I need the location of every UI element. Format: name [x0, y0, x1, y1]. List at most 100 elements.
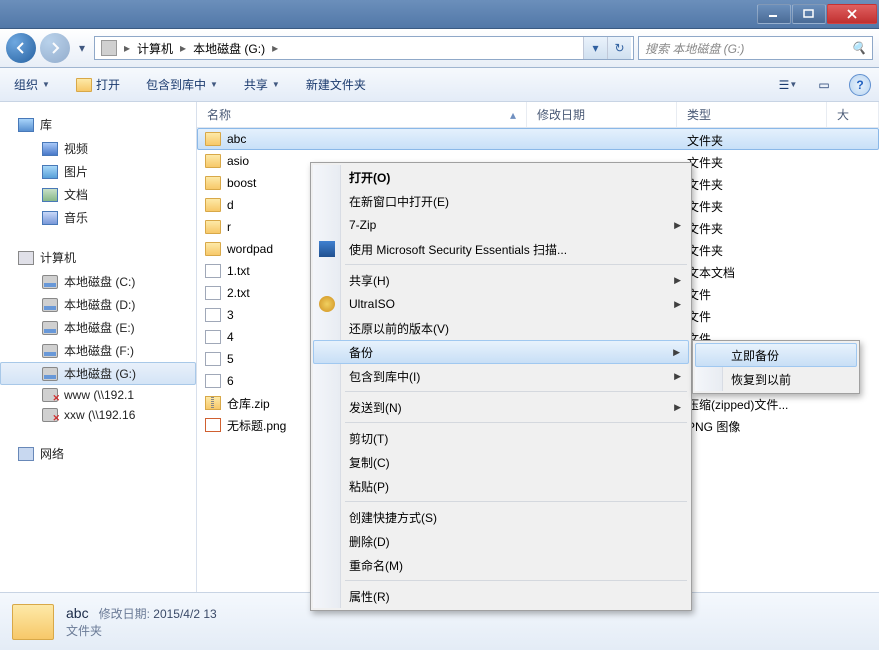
include-button[interactable]: 包含到库中▼	[140, 73, 224, 96]
folder-icon	[205, 198, 221, 212]
new-folder-button[interactable]: 新建文件夹	[300, 73, 372, 96]
organize-button[interactable]: 组织▼	[8, 73, 56, 96]
network-icon	[18, 447, 34, 461]
address-dropdown[interactable]: ▾	[583, 37, 607, 59]
search-placeholder: 搜索 本地磁盘 (G:)	[645, 40, 744, 57]
menu-open[interactable]: 打开(O)	[313, 165, 689, 189]
menu-include-library[interactable]: 包含到库中(I)▶	[313, 364, 689, 388]
menu-paste[interactable]: 粘贴(P)	[313, 474, 689, 498]
command-toolbar: 组织▼ 打开 包含到库中▼ 共享▼ 新建文件夹 ☰ ▼ ▭ ?	[0, 68, 879, 102]
disconnected-drive-icon	[42, 408, 58, 422]
menu-7zip[interactable]: 7-Zip▶	[313, 213, 689, 237]
drive-icon	[42, 344, 58, 358]
tree-network[interactable]: 网络	[0, 441, 196, 466]
details-modified-value: 2015/4/2 13	[153, 607, 216, 621]
text-file-icon	[205, 286, 221, 300]
menu-cut[interactable]: 剪切(T)	[313, 426, 689, 450]
zip-icon	[205, 396, 221, 410]
drive-icon	[42, 275, 58, 289]
menu-mse-scan[interactable]: 使用 Microsoft Security Essentials 扫描...	[313, 237, 689, 261]
file-icon	[205, 308, 221, 322]
menu-properties[interactable]: 属性(R)	[313, 584, 689, 608]
library-icon	[18, 118, 34, 132]
documents-icon	[42, 188, 58, 202]
search-icon: 🔍	[851, 41, 866, 55]
maximize-button[interactable]	[792, 4, 826, 24]
computer-icon	[18, 251, 34, 265]
image-icon	[205, 418, 221, 432]
pictures-icon	[42, 165, 58, 179]
video-icon	[42, 142, 58, 156]
back-button[interactable]	[6, 33, 36, 63]
backup-submenu: 立即备份 恢复到以前	[692, 340, 860, 394]
menu-share[interactable]: 共享(H)▶	[313, 268, 689, 292]
menu-restore-versions[interactable]: 还原以前的版本(V)	[313, 316, 689, 340]
menu-backup[interactable]: 备份▶	[313, 340, 689, 364]
details-modified-label: 修改日期:	[99, 607, 150, 621]
drive-icon	[42, 298, 58, 312]
details-name: abc	[66, 605, 89, 621]
tree-computer[interactable]: 计算机	[0, 245, 196, 270]
tree-libraries[interactable]: 库	[0, 112, 196, 137]
column-type[interactable]: 类型	[677, 102, 827, 127]
file-icon	[205, 374, 221, 388]
mse-icon	[319, 241, 335, 257]
folder-icon	[205, 154, 221, 168]
drive-icon	[42, 367, 58, 381]
open-button[interactable]: 打开	[70, 73, 126, 96]
tree-drive-d[interactable]: 本地磁盘 (D:)	[0, 293, 196, 316]
drive-icon	[42, 321, 58, 335]
tree-drive-e[interactable]: 本地磁盘 (E:)	[0, 316, 196, 339]
submenu-restore-previous[interactable]: 恢复到以前	[695, 367, 857, 391]
navigation-tree: 库 视频 图片 文档 音乐 计算机 本地磁盘 (C:) 本地磁盘 (D:) 本地…	[0, 102, 197, 592]
tree-music[interactable]: 音乐	[0, 206, 196, 229]
refresh-button[interactable]: ↻	[607, 37, 631, 59]
tree-documents[interactable]: 文档	[0, 183, 196, 206]
help-button[interactable]: ?	[849, 74, 871, 96]
breadcrumb-sep: ▸	[121, 41, 133, 55]
search-input[interactable]: 搜索 本地磁盘 (G:) 🔍	[638, 36, 873, 60]
breadcrumb-sep: ▸	[177, 41, 189, 55]
address-bar[interactable]: ▸ 计算机 ▸ 本地磁盘 (G:) ▸ ▾ ↻	[94, 36, 634, 60]
column-modified[interactable]: 修改日期	[527, 102, 677, 127]
menu-delete[interactable]: 删除(D)	[313, 529, 689, 553]
menu-create-shortcut[interactable]: 创建快捷方式(S)	[313, 505, 689, 529]
history-dropdown[interactable]: ▾	[74, 41, 90, 55]
column-headers: 名称▴ 修改日期 类型 大	[197, 102, 879, 128]
preview-pane-button[interactable]: ▭	[813, 74, 835, 96]
menu-copy[interactable]: 复制(C)	[313, 450, 689, 474]
minimize-button[interactable]	[757, 4, 791, 24]
tree-drive-c[interactable]: 本地磁盘 (C:)	[0, 270, 196, 293]
ultraiso-icon	[319, 296, 335, 312]
column-name[interactable]: 名称▴	[197, 102, 527, 127]
menu-open-new-window[interactable]: 在新窗口中打开(E)	[313, 189, 689, 213]
menu-rename[interactable]: 重命名(M)	[313, 553, 689, 577]
folder-icon	[205, 132, 221, 146]
folder-icon	[205, 220, 221, 234]
file-icon	[205, 352, 221, 366]
forward-button[interactable]	[40, 33, 70, 63]
folder-icon	[76, 78, 92, 92]
menu-send-to[interactable]: 发送到(N)▶	[313, 395, 689, 419]
file-icon	[205, 330, 221, 344]
tree-videos[interactable]: 视频	[0, 137, 196, 160]
menu-ultraiso[interactable]: UltraISO▶	[313, 292, 689, 316]
window-titlebar	[0, 0, 879, 29]
navigation-bar: ▾ ▸ 计算机 ▸ 本地磁盘 (G:) ▸ ▾ ↻ 搜索 本地磁盘 (G:) 🔍	[0, 29, 879, 68]
tree-netdrive-www[interactable]: www (\\192.1	[0, 385, 196, 405]
tree-drive-g[interactable]: 本地磁盘 (G:)	[0, 362, 196, 385]
details-type: 文件夹	[66, 624, 102, 638]
breadcrumb-computer[interactable]: 计算机	[133, 40, 177, 57]
close-button[interactable]	[827, 4, 877, 24]
breadcrumb-drive[interactable]: 本地磁盘 (G:)	[189, 40, 269, 57]
view-options-button[interactable]: ☰ ▼	[777, 74, 799, 96]
tree-pictures[interactable]: 图片	[0, 160, 196, 183]
context-menu: 打开(O) 在新窗口中打开(E) 7-Zip▶ 使用 Microsoft Sec…	[310, 162, 692, 611]
drive-icon	[101, 40, 117, 56]
submenu-backup-now[interactable]: 立即备份	[695, 343, 857, 367]
large-folder-icon	[12, 604, 54, 640]
tree-drive-f[interactable]: 本地磁盘 (F:)	[0, 339, 196, 362]
tree-netdrive-xxw[interactable]: xxw (\\192.16	[0, 405, 196, 425]
share-button[interactable]: 共享▼	[238, 73, 286, 96]
column-size[interactable]: 大	[827, 102, 879, 127]
